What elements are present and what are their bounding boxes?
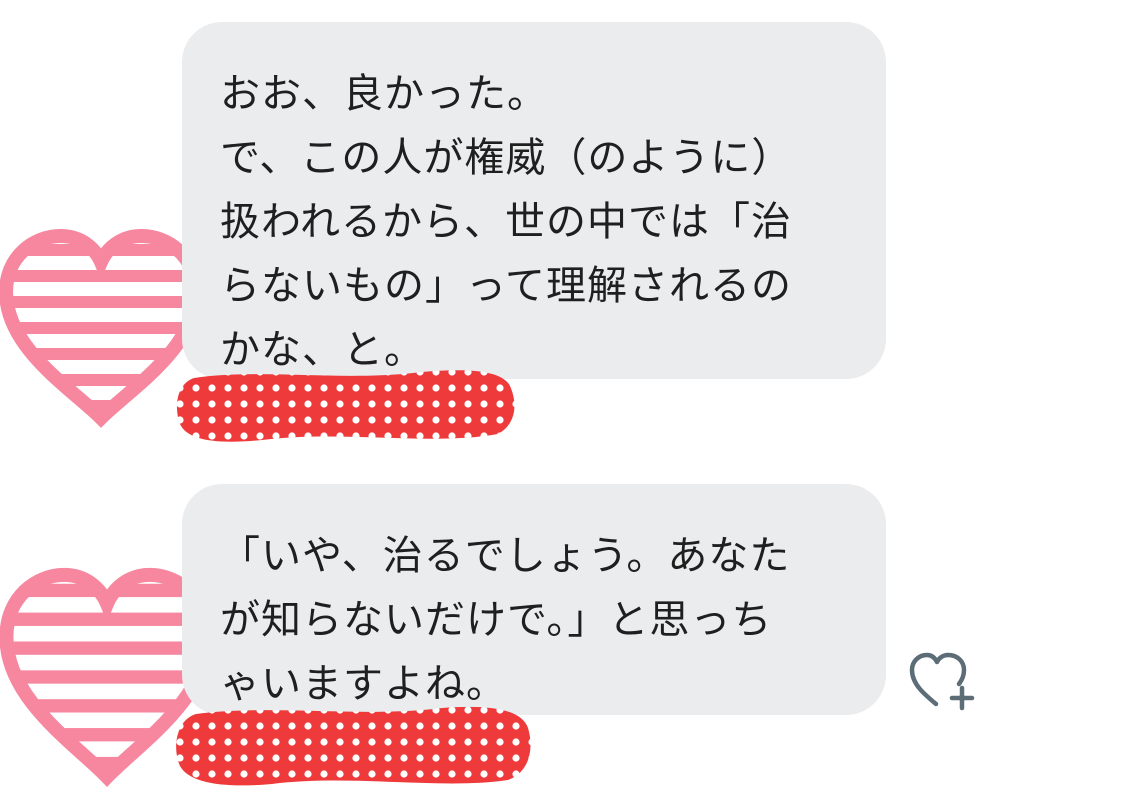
message-bubble[interactable]: おお、良かった。 で、この人が権威（のように） 扱われるから、世の中では「治 ら… [182,22,886,379]
polka-dot-redaction [176,706,531,786]
message-text-line: で、この人が権威（のように） [220,135,793,181]
message-text-line: 扱われるから、世の中では「治 [220,199,792,245]
message-text-line: 「いや、治るでしょう。あなた [220,533,791,579]
heart-plus-icon[interactable] [906,648,978,712]
message-text-line: おお、良かった。 [220,71,548,117]
message-text-line: らないもの」って理解されるの [220,263,792,309]
message-text-line: が知らないだけで。」と思っち [220,597,773,643]
polka-dot-redaction [176,370,515,442]
message-bubble[interactable]: 「いや、治るでしょう。あなた が知らないだけで。」と思っち ゃいますよね。 [182,484,886,715]
